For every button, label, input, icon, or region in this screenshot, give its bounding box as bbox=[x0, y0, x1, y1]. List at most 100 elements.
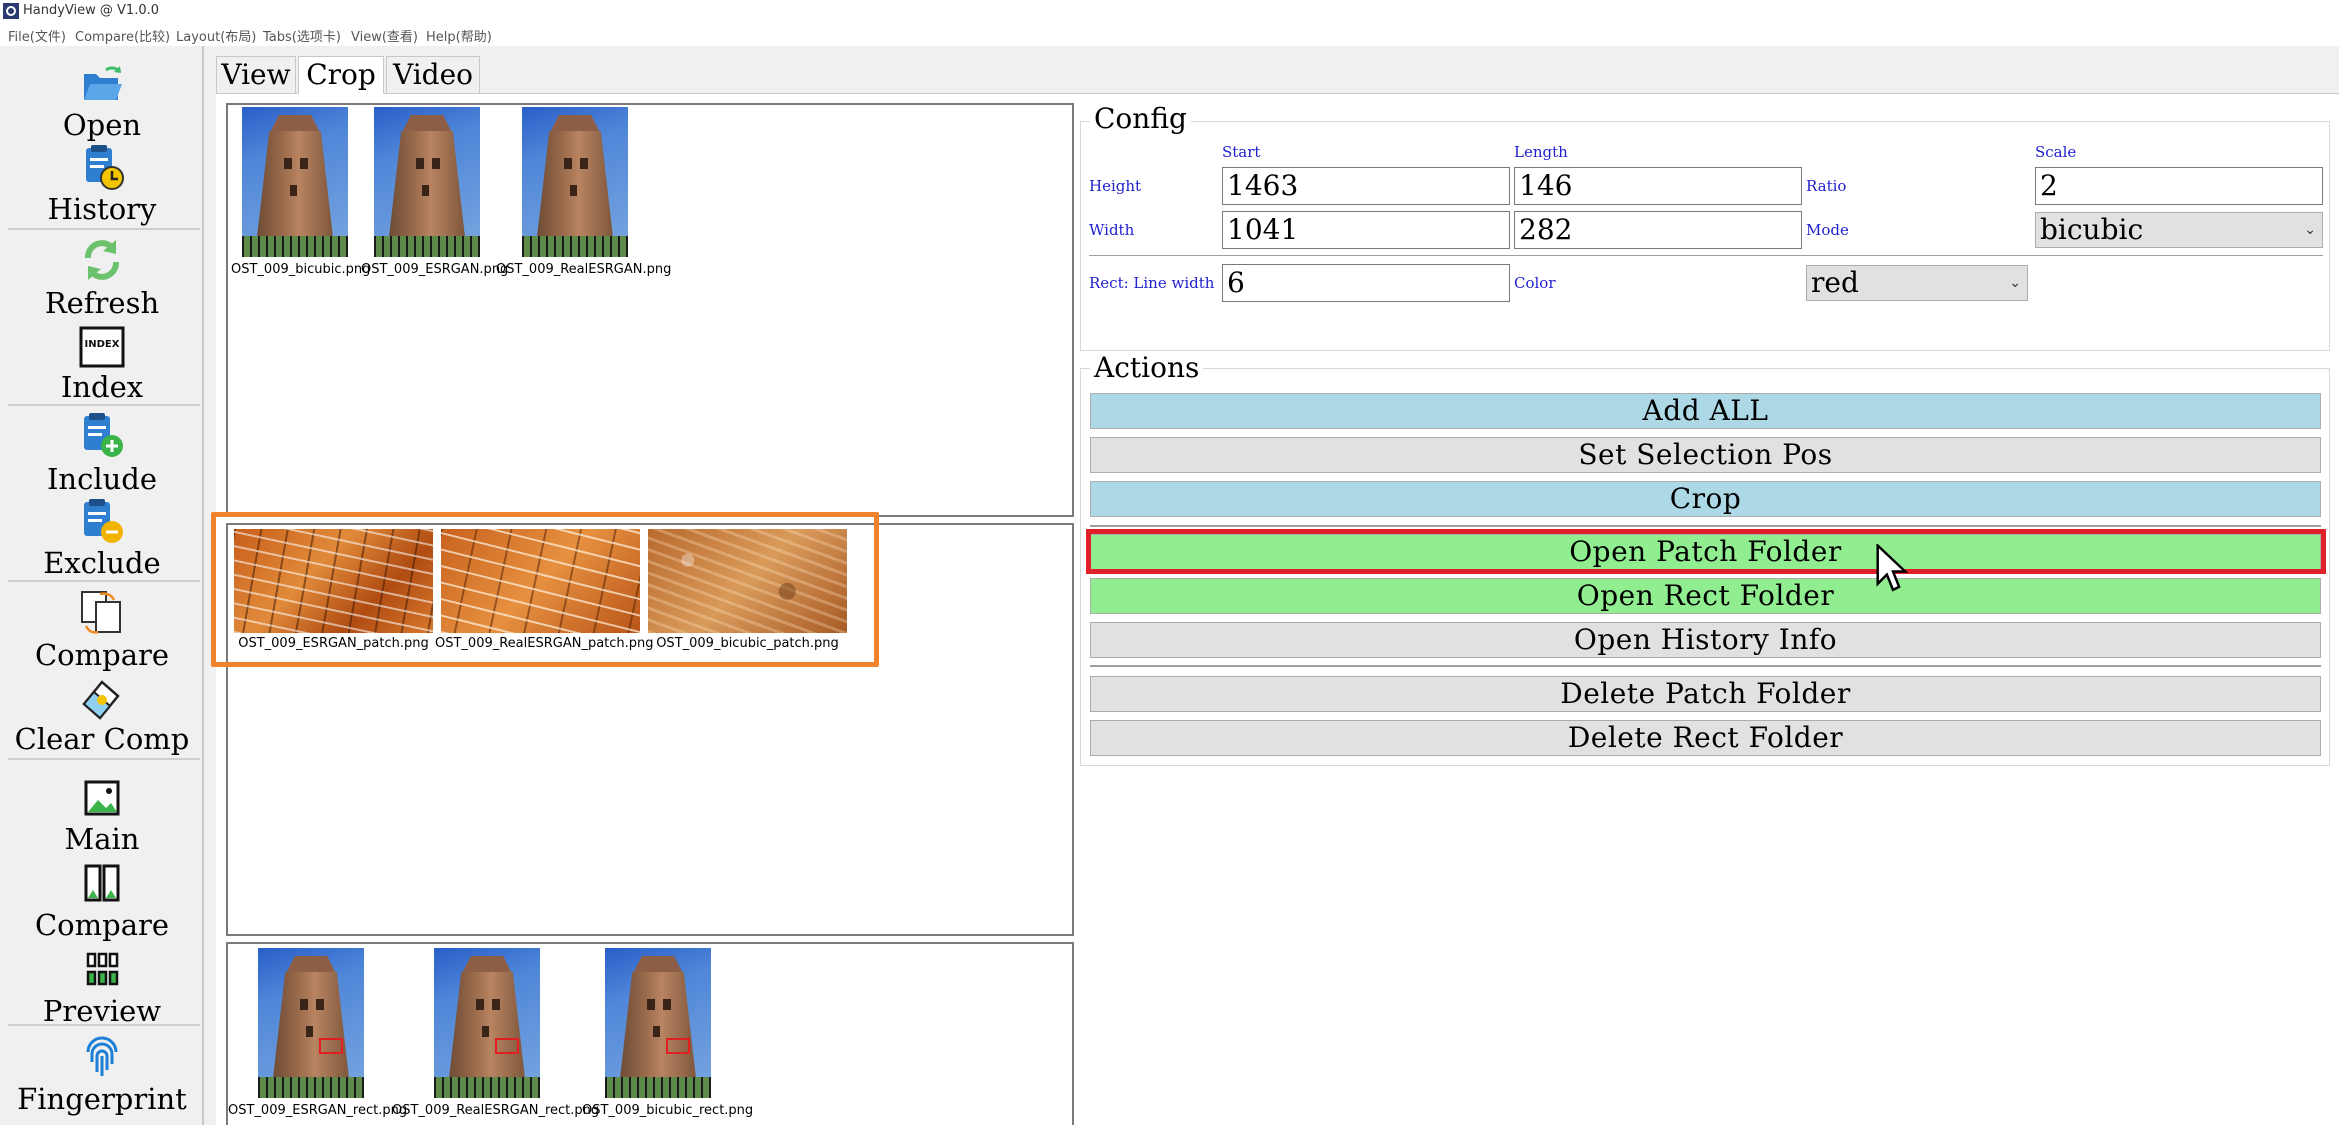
original-images-panel: OST_009_bicubic.png OST_009_ESRGAN.png O… bbox=[226, 103, 1074, 517]
mode-label: Mode bbox=[1806, 221, 1849, 239]
index-label: Index bbox=[60, 370, 144, 404]
image-filename: OST_009_bicubic_rect.png bbox=[582, 1103, 754, 1118]
width-length-input[interactable]: 282 bbox=[1514, 211, 1802, 249]
include-label: Include bbox=[46, 462, 158, 496]
image-thumbnail[interactable] bbox=[522, 107, 628, 257]
main-view-label: Main bbox=[64, 822, 140, 856]
open-label: Open bbox=[62, 108, 142, 142]
open-history-info-button[interactable]: Open History Info bbox=[1090, 622, 2321, 658]
tab-crop[interactable]: Crop bbox=[298, 56, 384, 94]
height-start-input[interactable]: 1463 bbox=[1222, 167, 1510, 205]
eraser-icon bbox=[82, 680, 120, 720]
rect-line-width-label: Rect: Line width bbox=[1089, 274, 1215, 292]
image-filename: OST_009_ESRGAN.png bbox=[361, 262, 509, 277]
image-thumbnail[interactable] bbox=[374, 107, 480, 257]
chevron-down-icon: ⌄ bbox=[2304, 222, 2316, 238]
refresh-icon bbox=[85, 240, 119, 280]
chevron-down-icon: ⌄ bbox=[2009, 275, 2021, 291]
delete-patch-folder-button[interactable]: Delete Patch Folder bbox=[1090, 676, 2321, 712]
image-filename: OST_009_RealESRGAN.png bbox=[496, 262, 672, 277]
mouse-cursor-icon bbox=[1876, 544, 1909, 592]
folder-open-icon bbox=[84, 66, 122, 100]
length-column-label: Length bbox=[1514, 143, 1568, 161]
toolbar-divider bbox=[8, 1024, 200, 1026]
height-label: Height bbox=[1089, 177, 1142, 195]
image-filename: OST_009_bicubic.png bbox=[231, 262, 371, 277]
menu-help[interactable]: Help(帮助) bbox=[426, 26, 492, 45]
history-button[interactable]: History bbox=[0, 144, 204, 226]
exclude-label: Exclude bbox=[43, 546, 161, 580]
menu-file[interactable]: File(文件) bbox=[8, 26, 66, 45]
exclude-button[interactable]: Exclude bbox=[0, 498, 204, 580]
config-title: Config bbox=[1090, 102, 1191, 135]
history-label: History bbox=[47, 192, 157, 226]
history-icon bbox=[86, 145, 124, 190]
main-view-button[interactable]: Main bbox=[0, 774, 204, 856]
clear-comp-label: Clear Comp bbox=[14, 722, 190, 756]
toolbar-divider bbox=[8, 580, 200, 582]
mode-value: bicubic bbox=[2040, 213, 2144, 246]
index-button[interactable]: INDEX Index bbox=[0, 322, 204, 404]
open-button[interactable]: Open bbox=[0, 60, 204, 142]
ratio-label: Ratio bbox=[1806, 177, 1847, 195]
window-title: HandyView @ V1.0.0 bbox=[23, 3, 160, 18]
toolbar-divider bbox=[8, 404, 200, 406]
image-filename: OST_009_RealESRGAN_rect.png bbox=[392, 1103, 600, 1118]
fingerprint-button[interactable]: Fingerprint bbox=[0, 1032, 204, 1116]
fingerprint-label: Fingerprint bbox=[17, 1082, 187, 1116]
app-icon bbox=[3, 3, 19, 19]
scale-column-label: Scale bbox=[2035, 143, 2077, 161]
highlight-box bbox=[1086, 529, 2326, 574]
menu-layout[interactable]: Layout(布局) bbox=[176, 26, 256, 45]
image-filename: OST_009_ESRGAN_rect.png bbox=[228, 1103, 408, 1118]
scale-input[interactable]: 2 bbox=[2035, 167, 2323, 205]
exclude-icon bbox=[84, 499, 123, 543]
svg-text:INDEX: INDEX bbox=[85, 339, 120, 350]
preview-button[interactable]: Preview bbox=[0, 946, 204, 1028]
compare-view-label: Compare bbox=[34, 908, 170, 942]
mode-select[interactable]: bicubic ⌄ bbox=[2035, 212, 2323, 248]
refresh-button[interactable]: Refresh bbox=[0, 236, 204, 320]
delete-rect-folder-button[interactable]: Delete Rect Folder bbox=[1090, 720, 2321, 756]
menu-compare[interactable]: Compare(比较) bbox=[75, 26, 170, 45]
compare-view-button[interactable]: Compare bbox=[0, 860, 204, 942]
image-icon bbox=[84, 780, 120, 816]
tab-video[interactable]: Video bbox=[386, 56, 480, 94]
color-value: red bbox=[1811, 266, 1859, 299]
toolbar-divider bbox=[8, 228, 200, 230]
actions-divider bbox=[1090, 665, 2321, 667]
clear-comp-button[interactable]: Clear Comp bbox=[0, 674, 204, 756]
actions-title: Actions bbox=[1090, 351, 1204, 384]
compare-icon bbox=[81, 591, 121, 634]
menu-view[interactable]: View(查看) bbox=[351, 26, 418, 45]
color-select[interactable]: red ⌄ bbox=[1806, 265, 2028, 301]
menu-tabs[interactable]: Tabs(选项卡) bbox=[263, 26, 341, 45]
width-start-input[interactable]: 1041 bbox=[1222, 211, 1510, 249]
image-thumbnail[interactable] bbox=[434, 948, 540, 1098]
width-label: Width bbox=[1089, 221, 1135, 239]
grid-preview-icon bbox=[86, 952, 119, 986]
image-thumbnail[interactable] bbox=[605, 948, 711, 1098]
image-thumbnail[interactable] bbox=[242, 107, 348, 257]
refresh-label: Refresh bbox=[44, 286, 160, 320]
set-selection-pos-button[interactable]: Set Selection Pos bbox=[1090, 437, 2321, 473]
fingerprint-icon bbox=[86, 1036, 118, 1076]
color-label: Color bbox=[1514, 274, 1556, 292]
rect-line-width-input[interactable]: 6 bbox=[1222, 264, 1510, 302]
toolbar: Open History Refresh INDEX Index Include… bbox=[0, 46, 204, 1125]
include-button[interactable]: Include bbox=[0, 412, 204, 496]
height-length-input[interactable]: 146 bbox=[1514, 167, 1802, 205]
compare-button[interactable]: Compare bbox=[0, 588, 204, 672]
open-rect-folder-button[interactable]: Open Rect Folder bbox=[1090, 578, 2321, 614]
include-icon bbox=[84, 413, 123, 457]
tab-view[interactable]: View bbox=[216, 56, 296, 94]
actions-divider bbox=[1090, 525, 2321, 527]
title-bar: HandyView @ V1.0.0 bbox=[0, 0, 2339, 22]
add-all-button[interactable]: Add ALL bbox=[1090, 393, 2321, 429]
index-icon: INDEX bbox=[79, 326, 125, 368]
compare-label: Compare bbox=[34, 638, 170, 672]
image-thumbnail[interactable] bbox=[258, 948, 364, 1098]
config-divider bbox=[1089, 255, 2323, 256]
crop-button[interactable]: Crop bbox=[1090, 481, 2321, 517]
compare-view-icon bbox=[84, 864, 120, 902]
